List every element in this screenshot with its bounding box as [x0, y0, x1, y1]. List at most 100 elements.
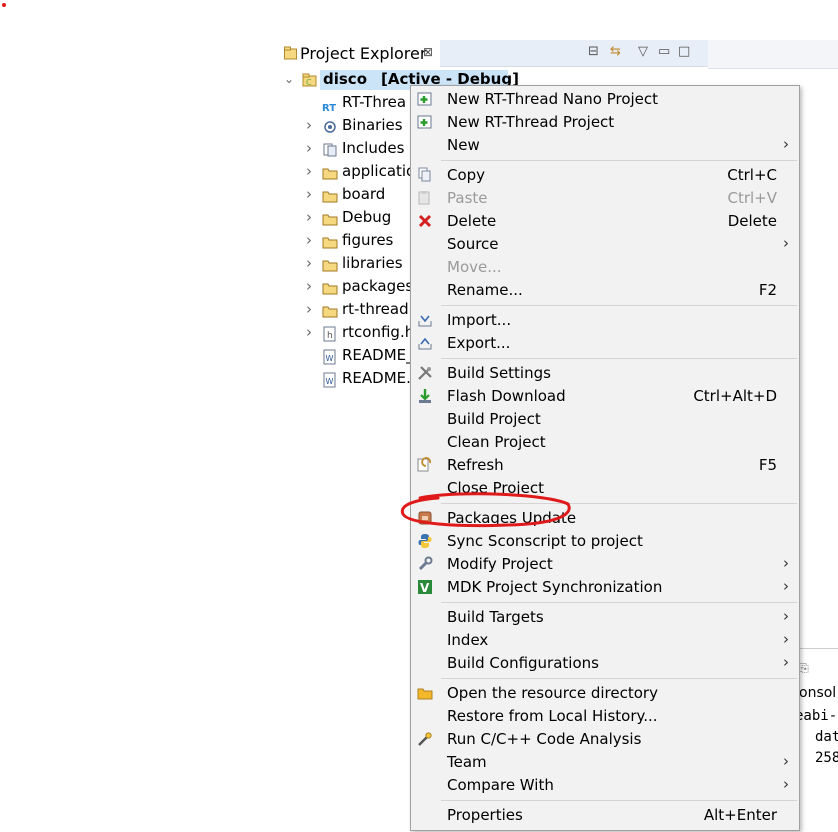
- menu-item-properties[interactable]: Properties Alt+Enter: [411, 804, 799, 827]
- project-explorer-icon: [284, 46, 297, 60]
- menu-item-label: Build Configurations: [447, 654, 599, 672]
- menu-item-export[interactable]: Export...: [411, 332, 799, 355]
- tree-item-label: rtconfig.h: [342, 323, 415, 341]
- tree-row-item[interactable]: W README.: [280, 369, 420, 391]
- tree-row-item[interactable]: › board: [280, 185, 420, 207]
- menu-item-label: Export...: [447, 334, 511, 352]
- tree-item-label: applicatio: [342, 162, 416, 180]
- chevron-right-icon: ›: [783, 630, 789, 648]
- menu-item-new-rt-thread-project[interactable]: New RT-Thread Project: [411, 111, 799, 134]
- menu-item-shortcut: F5: [758, 456, 777, 474]
- menu-item-refresh[interactable]: Refresh F5: [411, 454, 799, 477]
- project-explorer-tab[interactable]: Project Explorer ⊠: [280, 40, 440, 66]
- menu-item-label: Compare With: [447, 776, 554, 794]
- tree-row-item[interactable]: W README_: [280, 346, 420, 368]
- menu-item-shortcut: Ctrl+Alt+D: [693, 387, 777, 405]
- menu-item-label: Import...: [447, 311, 512, 329]
- menu-item-compare-with[interactable]: Compare With ›: [411, 774, 799, 797]
- chevron-right-icon[interactable]: ›: [306, 185, 312, 203]
- tree-row-item[interactable]: › Debug: [280, 208, 420, 230]
- new-project-icon: [417, 114, 433, 130]
- tree-item-label: RT-Threa: [342, 93, 407, 111]
- chevron-right-icon[interactable]: ›: [306, 116, 312, 134]
- menu-item-build-settings[interactable]: Build Settings: [411, 362, 799, 385]
- chevron-right-icon: ›: [783, 234, 789, 252]
- tree-row-item[interactable]: › h rtconfig.h: [280, 323, 420, 345]
- menu-item-label: Properties: [447, 806, 523, 824]
- chevron-right-icon[interactable]: ›: [306, 139, 312, 157]
- menu-item-import[interactable]: Import...: [411, 309, 799, 332]
- menu-item-rename[interactable]: Rename... F2: [411, 279, 799, 302]
- tree-row-item[interactable]: › applicatio: [280, 162, 420, 184]
- tree-row-item[interactable]: › libraries: [280, 254, 420, 276]
- tree-row-item[interactable]: › Binaries: [280, 116, 420, 138]
- console-tab-label[interactable]: onsol: [799, 685, 836, 701]
- menu-item-build-targets[interactable]: Build Targets ›: [411, 606, 799, 629]
- chevron-right-icon[interactable]: ›: [306, 323, 312, 341]
- menu-item-build-configurations[interactable]: Build Configurations ›: [411, 652, 799, 675]
- tree-row-item[interactable]: › Includes: [280, 139, 420, 161]
- menu-item-build-project[interactable]: Build Project: [411, 408, 799, 431]
- header-file-icon: h: [322, 326, 338, 342]
- folder-icon: [322, 165, 338, 181]
- menu-item-team[interactable]: Team ›: [411, 751, 799, 774]
- tree-row-item[interactable]: › figures: [280, 231, 420, 253]
- menu-item-modify-project[interactable]: Modify Project ›: [411, 553, 799, 576]
- refresh-icon: [417, 457, 433, 473]
- chevron-right-icon[interactable]: ›: [306, 162, 312, 180]
- menu-item-new[interactable]: New ›: [411, 134, 799, 157]
- menu-item-delete[interactable]: Delete Delete: [411, 210, 799, 233]
- editor-tab-area: [708, 40, 838, 69]
- menu-separator: [441, 305, 797, 306]
- menu-item-label: New RT-Thread Nano Project: [447, 90, 659, 108]
- menu-item-new-rt-thread-nano-project[interactable]: New RT-Thread Nano Project: [411, 88, 799, 111]
- menu-item-shortcut: F2: [758, 281, 777, 299]
- menu-item-label: New RT-Thread Project: [447, 113, 615, 131]
- folder-icon: [322, 188, 338, 204]
- menu-item-label: Modify Project: [447, 555, 553, 573]
- menu-item-open-the-resource-directory[interactable]: Open the resource directory: [411, 682, 799, 705]
- menu-item-label: MDK Project Synchronization: [447, 578, 663, 596]
- menu-item-mdk-project-synchronization[interactable]: V MDK Project Synchronization ›: [411, 576, 799, 599]
- chevron-right-icon[interactable]: ›: [306, 300, 312, 318]
- close-icon[interactable]: ⊠: [423, 45, 433, 59]
- menu-item-clean-project[interactable]: Clean Project: [411, 431, 799, 454]
- menu-item-index[interactable]: Index ›: [411, 629, 799, 652]
- menu-item-flash-download[interactable]: Flash Download Ctrl+Alt+D: [411, 385, 799, 408]
- chevron-right-icon[interactable]: ›: [306, 231, 312, 249]
- delete-icon: [417, 213, 433, 229]
- menu-separator: [441, 160, 797, 161]
- menu-item-label: Clean Project: [447, 433, 546, 451]
- folder-icon: [322, 257, 338, 273]
- chevron-right-icon[interactable]: ›: [306, 208, 312, 226]
- maximize-icon[interactable]: □: [678, 44, 690, 59]
- annotation-circle: [400, 492, 571, 528]
- menu-item-label: Restore from Local History...: [447, 707, 658, 725]
- tree-row-item[interactable]: › rt-thread: [280, 300, 420, 322]
- new-project-icon: [417, 91, 433, 107]
- menu-item-label: Refresh: [447, 456, 504, 474]
- link-with-editor-icon[interactable]: ⇆: [610, 44, 621, 59]
- menu-item-run-c-c-code-analysis[interactable]: Run C/C++ Code Analysis: [411, 728, 799, 751]
- word-file-icon: W: [322, 372, 338, 388]
- word-file-icon: W: [322, 349, 338, 365]
- menu-item-sync-sconscript-to-project[interactable]: Sync Sconscript to project: [411, 530, 799, 553]
- menu-item-copy[interactable]: Copy Ctrl+C: [411, 164, 799, 187]
- menu-item-paste: Paste Ctrl+V: [411, 187, 799, 210]
- menu-separator: [441, 678, 797, 679]
- menu-item-restore-from-local-history[interactable]: Restore from Local History...: [411, 705, 799, 728]
- tree-item-label: board: [342, 185, 386, 203]
- chevron-right-icon[interactable]: ›: [306, 254, 312, 272]
- menu-item-source[interactable]: Source ›: [411, 233, 799, 256]
- tree-row-item[interactable]: › packages: [280, 277, 420, 299]
- view-menu-icon[interactable]: ▽: [638, 44, 648, 59]
- folder-icon: [322, 303, 338, 319]
- menu-item-label: Flash Download: [447, 387, 566, 405]
- chevron-down-icon[interactable]: ⌄: [284, 72, 294, 86]
- tree-row-item[interactable]: RT RT-Threa: [280, 93, 420, 115]
- collapse-all-icon[interactable]: ⊟: [588, 44, 599, 59]
- minimize-icon[interactable]: ▭: [658, 44, 670, 59]
- chevron-right-icon[interactable]: ›: [306, 277, 312, 295]
- chevron-right-icon: ›: [783, 607, 789, 625]
- context-menu: New RT-Thread Nano Project New RT-Thread …: [410, 85, 800, 831]
